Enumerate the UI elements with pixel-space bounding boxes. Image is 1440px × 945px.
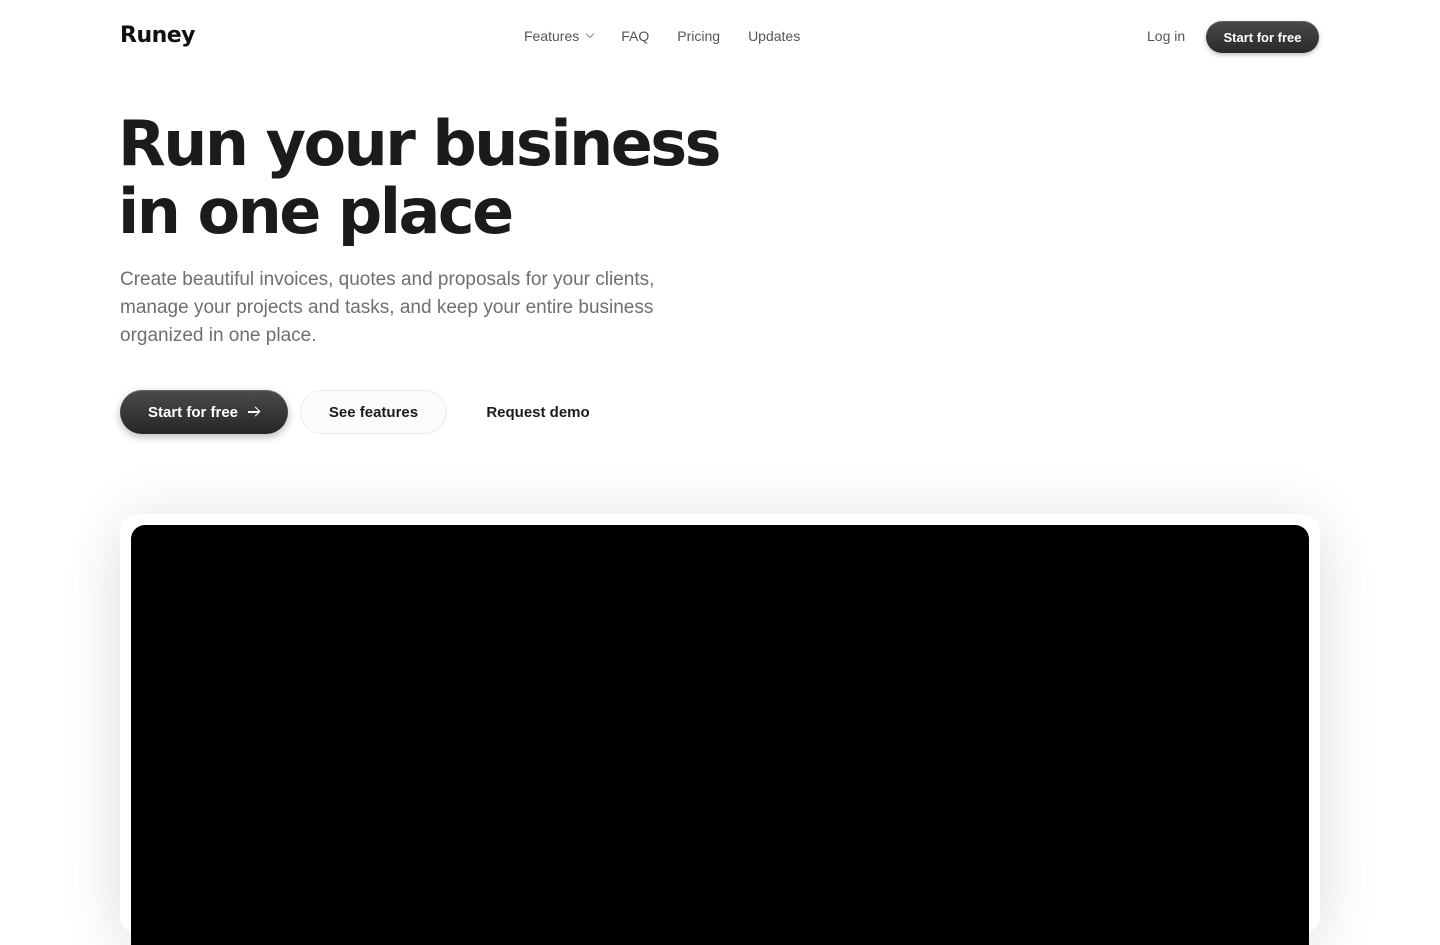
hero-title-line-2: in one place — [118, 175, 514, 248]
nav-item-pricing[interactable]: Pricing — [677, 26, 720, 46]
nav-item-updates[interactable]: Updates — [748, 26, 800, 46]
hero-subtitle: Create beautiful invoices, quotes and pr… — [120, 269, 655, 346]
brand-logo[interactable]: Runey — [120, 22, 196, 50]
hero-title: Run your business in one place — [118, 110, 758, 246]
hero-title-line-1: Run your business — [118, 107, 722, 180]
nav-item-features-label: Features — [524, 28, 580, 44]
top-navigation: Runey Features FAQ Pricing Updates Log i… — [0, 0, 1440, 72]
nav-item-features[interactable]: Features — [524, 26, 595, 46]
primary-nav: Features FAQ Pricing Updates — [524, 26, 800, 46]
nav-start-for-free-button[interactable]: Start for free — [1206, 21, 1319, 53]
see-features-button[interactable]: See features — [300, 390, 447, 434]
login-link[interactable]: Log in — [1147, 26, 1185, 46]
start-for-free-button[interactable]: Start for free — [120, 390, 288, 434]
chevron-down-icon — [586, 29, 595, 39]
request-demo-button[interactable]: Request demo — [470, 390, 606, 434]
arrow-right-icon — [248, 406, 260, 418]
product-video[interactable] — [131, 525, 1309, 945]
nav-item-faq[interactable]: FAQ — [621, 26, 649, 46]
start-for-free-label: Start for free — [147, 403, 239, 421]
product-preview-frame — [120, 514, 1320, 945]
